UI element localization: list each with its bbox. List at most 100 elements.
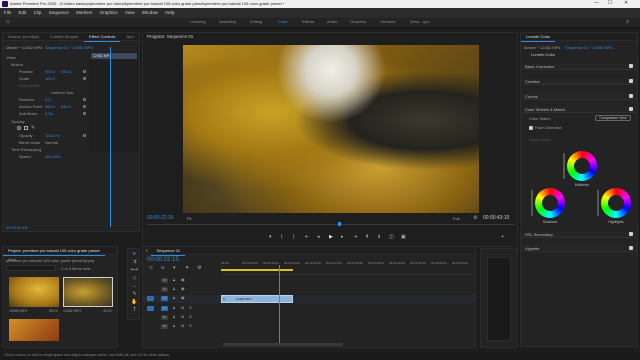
program-playhead[interactable] <box>338 222 341 226</box>
basic-enable-checkbox[interactable] <box>629 64 633 68</box>
section-basic-correction[interactable]: Basic Correction <box>521 63 637 70</box>
rect-mask-icon[interactable] <box>24 126 28 130</box>
wheels-enable-checkbox[interactable] <box>629 107 633 111</box>
blend-mode-select[interactable]: Normal <box>45 140 58 145</box>
extract-icon[interactable]: ⇟ <box>377 234 381 240</box>
menu-clip[interactable]: Clip <box>34 10 42 15</box>
linked-selection-icon[interactable]: ∞ <box>161 265 165 271</box>
timeline-clip[interactable]: fx 12482.MP4 <box>221 295 293 303</box>
workspace-effects[interactable]: Effects <box>302 19 314 25</box>
workspace-graphics[interactable]: Graphics <box>350 19 366 25</box>
time-remap-label[interactable]: Time Remapping <box>11 147 41 152</box>
shadows-wheel[interactable] <box>535 188 565 218</box>
face-detection-checkbox[interactable] <box>529 126 533 130</box>
ec-playhead[interactable] <box>110 47 111 227</box>
timeline-settings-icon[interactable]: ✦ <box>185 265 189 271</box>
keyframe-toggle-icon[interactable] <box>83 134 86 137</box>
lock-icon[interactable]: 🔒︎ <box>173 314 175 319</box>
highlights-wheel[interactable] <box>601 188 631 218</box>
ec-timecode[interactable]: 00:00:22:15 <box>6 225 27 230</box>
section-hsl[interactable]: HSL Secondary <box>521 231 637 238</box>
minimize-icon[interactable]: — <box>594 0 599 6</box>
tab-project[interactable]: Project: premiere pro tutorial 105 color… <box>3 247 105 256</box>
vignette-enable-checkbox[interactable] <box>629 246 633 250</box>
marker-icon[interactable]: ▾ <box>269 234 272 240</box>
timeline-scrollbar[interactable] <box>223 343 343 346</box>
solo-icon[interactable]: S <box>189 314 192 319</box>
anchor-y-value[interactable]: 540.0 <box>61 104 71 109</box>
razor-tool-icon[interactable]: ◇ <box>130 275 139 282</box>
timeline-playhead[interactable] <box>278 265 280 345</box>
track-header-v3[interactable]: V3 <box>161 278 168 283</box>
play-icon[interactable]: ▶ <box>329 234 333 240</box>
menu-help[interactable]: Help <box>165 10 174 15</box>
home-icon[interactable]: ⌂ <box>6 19 10 25</box>
lock-icon[interactable]: 🔒︎ <box>173 295 175 300</box>
program-scrub-bar[interactable] <box>147 224 515 228</box>
close-icon[interactable]: ✕ <box>624 0 628 6</box>
workspace-assembly[interactable]: Assembly <box>219 19 236 25</box>
tab-audio[interactable]: Aud <box>121 33 138 41</box>
section-vignette[interactable]: Vignette <box>521 245 637 252</box>
keyframe-toggle-icon[interactable] <box>83 70 86 73</box>
apply-match-label[interactable]: Apply Match <box>529 137 551 142</box>
antiflicker-value[interactable]: 0.00 <box>45 111 53 116</box>
master-label[interactable]: Master * 12482.MP4 <box>6 45 42 50</box>
go-to-out-icon[interactable]: ⇥ <box>353 234 357 240</box>
sequence-label[interactable]: Sequence 01 * 12482.MP4 <box>45 45 93 50</box>
step-back-icon[interactable]: ◂ <box>317 234 320 240</box>
program-title[interactable]: Program: Sequence 01 <box>147 34 193 39</box>
mark-out-icon[interactable]: } <box>293 234 295 240</box>
pen-tool-icon[interactable]: ✎ <box>130 291 139 298</box>
selection-tool-icon[interactable]: ➤ <box>130 251 139 258</box>
timeline-timecode[interactable]: 00:00:22:15 <box>147 257 179 263</box>
mute-icon[interactable]: M <box>181 314 184 319</box>
track-header-v2[interactable]: V2 <box>161 287 168 292</box>
section-creative[interactable]: Creative <box>521 78 637 85</box>
menu-file[interactable]: File <box>4 10 11 15</box>
hand-tool-icon[interactable]: ✋ <box>130 299 139 306</box>
keyframe-toggle-icon[interactable] <box>83 105 86 108</box>
step-forward-icon[interactable]: ▸ <box>341 234 344 240</box>
tab-lumetri-color[interactable]: Lumetri Color <box>521 33 556 42</box>
source-patch-v1[interactable] <box>147 296 154 301</box>
full-dropdown[interactable]: Full <box>453 216 459 221</box>
tab-source[interactable]: Source: (no clips) <box>3 33 44 41</box>
mute-icon[interactable]: M <box>181 323 184 328</box>
section-curves[interactable]: Curves <box>521 93 637 100</box>
eye-icon[interactable]: ◉ <box>181 295 185 300</box>
ripple-edit-tool-icon[interactable]: ⟷ <box>130 267 139 274</box>
wrench-icon[interactable]: ⚙ <box>473 215 477 221</box>
menu-markers[interactable]: Markers <box>76 10 92 15</box>
position-x-value[interactable]: 960.0 <box>45 69 55 74</box>
midtones-slider[interactable] <box>563 153 565 179</box>
maximize-icon[interactable]: ☐ <box>608 0 612 6</box>
search-icon[interactable]: ⌕ <box>626 19 629 26</box>
workspace-color[interactable]: Color <box>278 19 288 25</box>
lumetri-master[interactable]: Master * 12482.MP4 <box>524 45 560 50</box>
ellipse-mask-icon[interactable] <box>17 126 21 130</box>
add-marker-icon[interactable]: ▾ <box>173 265 176 271</box>
lumetri-sub[interactable]: Lumetri Color <box>531 52 555 57</box>
track-header-a2[interactable]: A2 <box>161 315 168 320</box>
menu-view[interactable]: View <box>125 10 135 15</box>
workspace-audio[interactable]: Audio <box>327 19 337 25</box>
opacity-label[interactable]: Opacity <box>11 119 25 124</box>
project-thumb-15089[interactable] <box>9 277 59 307</box>
creative-enable-checkbox[interactable] <box>629 79 633 83</box>
lock-icon[interactable]: 🔒︎ <box>173 323 175 328</box>
eye-icon[interactable]: ◉ <box>181 286 185 291</box>
slip-tool-icon[interactable]: ↔ <box>130 283 139 290</box>
workspace-editing[interactable]: Editing <box>250 19 262 25</box>
lock-icon[interactable]: 🔒︎ <box>173 305 175 310</box>
speed-value[interactable]: 100.00% <box>45 154 61 159</box>
program-timecode[interactable]: 00:00:22:15 <box>147 215 173 221</box>
keyframe-toggle-icon[interactable] <box>83 77 86 80</box>
add-button-icon[interactable]: + <box>501 234 504 240</box>
menu-edit[interactable]: Edit <box>19 10 27 15</box>
hsl-enable-checkbox[interactable] <box>629 232 633 236</box>
keyframe-toggle-icon[interactable] <box>83 98 86 101</box>
solo-icon[interactable]: S <box>189 323 192 328</box>
curves-enable-checkbox[interactable] <box>629 94 633 98</box>
tab-effect-controls[interactable]: Effect Controls <box>84 33 121 42</box>
